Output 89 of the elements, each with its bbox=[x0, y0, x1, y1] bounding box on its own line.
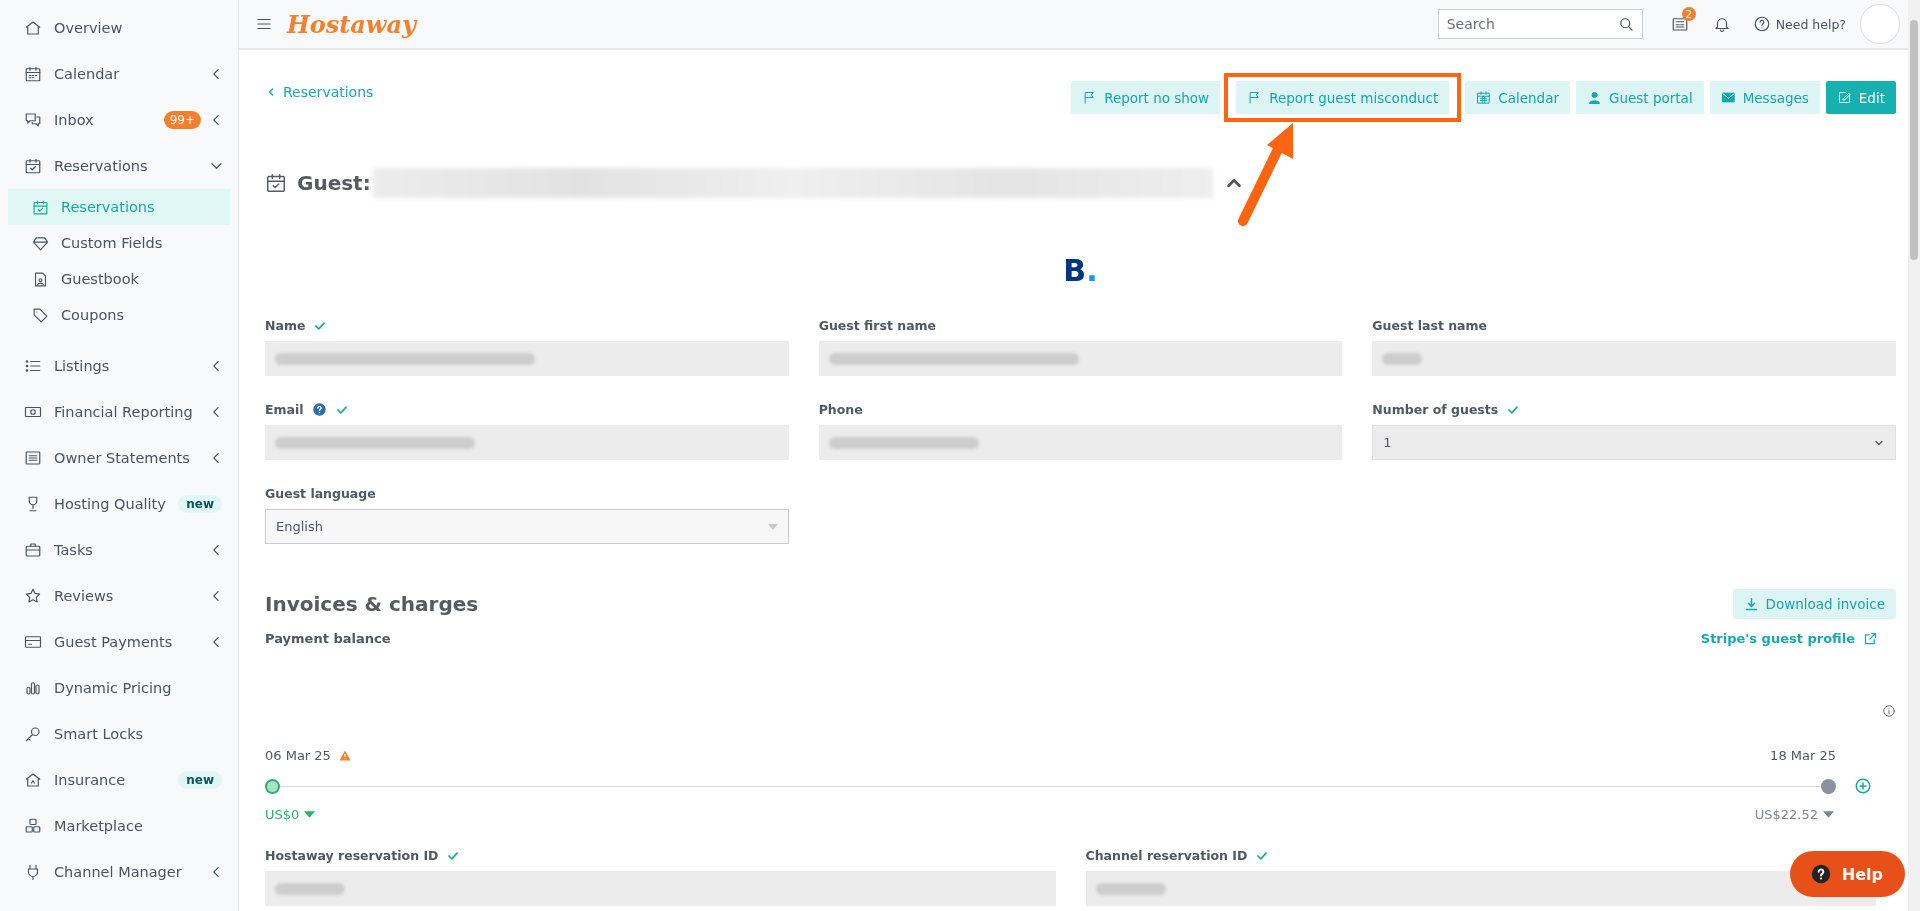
new-tag: new bbox=[178, 495, 222, 513]
search-field[interactable]: Search bbox=[1437, 9, 1643, 39]
document-list-icon bbox=[24, 449, 42, 467]
field-label: Guest language bbox=[265, 486, 376, 501]
briefcase-icon bbox=[24, 541, 42, 559]
contact-file-icon bbox=[32, 270, 49, 288]
bell-icon bbox=[1712, 15, 1731, 33]
sidebar-item[interactable]: Overview bbox=[0, 5, 238, 51]
input-field[interactable] bbox=[818, 341, 1343, 376]
add-icon[interactable] bbox=[1854, 777, 1872, 795]
count-badge: 99+ bbox=[163, 111, 201, 129]
calendar-check-icon bbox=[265, 172, 287, 194]
field-label: Channel reservation ID bbox=[1085, 848, 1248, 863]
bar-chart-icon bbox=[24, 679, 42, 697]
sidebar-item[interactable]: Guest Payments bbox=[0, 619, 238, 665]
question-icon bbox=[1809, 863, 1832, 885]
sidebar-item[interactable]: Reviews bbox=[0, 573, 238, 619]
calendar-check-icon bbox=[24, 157, 42, 175]
timeline-point[interactable] bbox=[265, 778, 280, 794]
sidebar-item[interactable]: Listings bbox=[0, 343, 238, 389]
sidebar-item[interactable]: Insurance new bbox=[0, 757, 238, 803]
field-label: Number of guests bbox=[1372, 402, 1499, 417]
question-icon bbox=[1752, 15, 1771, 33]
amount-dropdown[interactable]: US$22.52 bbox=[1754, 807, 1836, 822]
diamond-icon bbox=[32, 234, 49, 252]
sidebar-item[interactable]: Owner Statements bbox=[0, 435, 238, 481]
sidebar-subitem[interactable]: Coupons bbox=[8, 297, 230, 333]
help-link[interactable]: Need help? bbox=[1752, 15, 1846, 33]
section-title: Invoices & charges bbox=[265, 592, 479, 616]
sidebar-item[interactable]: Inbox 99+ bbox=[0, 97, 238, 143]
section-label: Payment balance bbox=[265, 631, 391, 646]
field-label: Hostaway reservation ID bbox=[265, 848, 439, 863]
card-icon bbox=[24, 633, 42, 651]
field-label: Guest last name bbox=[1372, 318, 1488, 333]
download-icon bbox=[1743, 596, 1759, 612]
help-button[interactable]: Help bbox=[1789, 851, 1905, 897]
sidebar-item[interactable]: Hosting Quality new bbox=[0, 481, 238, 527]
sidebar-item[interactable]: Dynamic Pricing bbox=[0, 665, 238, 711]
boxes-icon bbox=[24, 817, 42, 835]
external-link-icon bbox=[1863, 631, 1878, 646]
input-field[interactable] bbox=[265, 341, 789, 376]
input-field[interactable] bbox=[265, 425, 789, 460]
house-icon bbox=[24, 19, 42, 37]
sidebar-subitem[interactable]: Custom Fields bbox=[8, 225, 230, 261]
sidebar-subitem[interactable]: Guestbook bbox=[8, 261, 230, 297]
caret-icon bbox=[304, 811, 316, 818]
caret-icon bbox=[1823, 811, 1834, 818]
field-label: Name bbox=[265, 318, 306, 333]
calendar-check-icon bbox=[32, 198, 49, 216]
info-icon bbox=[1882, 704, 1896, 718]
house-icon bbox=[24, 771, 42, 789]
person-icon bbox=[1587, 90, 1602, 105]
sidebar-item[interactable]: Financial Reporting bbox=[0, 389, 238, 435]
notifications-button[interactable] bbox=[1712, 15, 1731, 33]
edit-icon bbox=[1836, 90, 1852, 105]
list-icon bbox=[24, 357, 42, 375]
input-field[interactable] bbox=[1372, 341, 1896, 376]
field-label: Email bbox=[265, 402, 304, 417]
chat-bubbles-icon bbox=[24, 111, 42, 129]
sidebar-item[interactable]: Channel Manager bbox=[0, 849, 238, 895]
select-field[interactable]: 1 bbox=[1372, 425, 1896, 460]
sidebar-item[interactable]: Calendar bbox=[0, 51, 238, 97]
sidebar-item[interactable]: Marketplace bbox=[0, 803, 238, 849]
tag-icon bbox=[32, 306, 49, 324]
calendar-icon bbox=[24, 65, 42, 83]
caret-icon bbox=[767, 523, 778, 530]
guest-title: Guest: bbox=[297, 171, 371, 195]
timeline-date: 18 Mar 25 bbox=[1770, 748, 1836, 763]
input-field[interactable] bbox=[265, 871, 1056, 906]
blurred-value bbox=[1382, 352, 1423, 365]
blurred-value bbox=[275, 882, 345, 895]
blurred-value bbox=[1095, 882, 1166, 895]
field-label: Guest first name bbox=[818, 318, 937, 333]
timeline-point[interactable] bbox=[1821, 778, 1836, 794]
star-icon bbox=[24, 587, 42, 605]
scrollbar[interactable] bbox=[1908, 0, 1920, 911]
sidebar-item[interactable]: Tasks bbox=[0, 527, 238, 573]
sidebar-item[interactable]: Reservations bbox=[0, 143, 238, 189]
timeline-date: 06 Mar 25 bbox=[265, 748, 331, 763]
new-tag: new bbox=[178, 771, 222, 789]
count-badge: 2 bbox=[1681, 7, 1696, 21]
field-label: Phone bbox=[818, 402, 863, 417]
sidebar-item[interactable]: Smart Locks bbox=[0, 711, 238, 757]
dropdown-field[interactable]: English bbox=[265, 509, 789, 544]
calendar-icon bbox=[1476, 90, 1492, 105]
input-field[interactable] bbox=[818, 425, 1343, 460]
key-icon bbox=[24, 725, 42, 743]
envelope-icon bbox=[1720, 90, 1736, 105]
channel-logo: B. bbox=[1062, 253, 1099, 288]
